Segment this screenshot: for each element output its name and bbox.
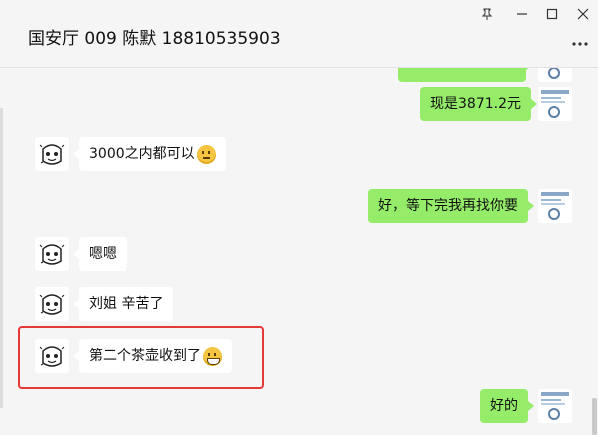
- avatar-contact[interactable]: [35, 137, 69, 171]
- message-bubble-sent[interactable]: 现是3871.2元: [420, 87, 537, 121]
- title-bar: 国安厅 009 陈默 18810535903: [0, 0, 598, 68]
- avatar-contact[interactable]: [35, 287, 69, 321]
- avatar-contact[interactable]: [35, 237, 69, 271]
- highlight-box: [18, 326, 264, 389]
- more-icon[interactable]: [572, 30, 588, 51]
- minimize-icon[interactable]: [516, 8, 528, 23]
- pin-icon[interactable]: [481, 8, 493, 23]
- message-bubble-received[interactable]: 刘姐 辛苦了: [72, 287, 174, 321]
- thinking-face-icon: [196, 144, 216, 164]
- maximize-icon[interactable]: [546, 8, 558, 23]
- message-bubble-received[interactable]: 3000之内都可以: [73, 137, 226, 171]
- chat-area[interactable]: 现是3871.2元 3000之内都可以 好，等下完我再找你要 嗯嗯 刘姐 辛苦了…: [0, 68, 598, 435]
- right-scrollbar[interactable]: [592, 398, 597, 435]
- message-bubble-sent[interactable]: 好，等下完我再找你要: [368, 189, 534, 223]
- avatar-self[interactable]: [538, 68, 572, 82]
- close-icon[interactable]: [577, 8, 589, 23]
- left-scrollbar[interactable]: [0, 108, 3, 408]
- chat-title: 国安厅 009 陈默 18810535903: [28, 29, 281, 49]
- message-bubble-received[interactable]: 嗯嗯: [73, 237, 127, 271]
- message-bubble-sent[interactable]: 好的: [480, 389, 534, 423]
- avatar-self[interactable]: [538, 389, 572, 423]
- avatar-self[interactable]: [538, 189, 572, 223]
- avatar-self[interactable]: [538, 87, 572, 121]
- message-bubble-partial[interactable]: [398, 68, 532, 82]
